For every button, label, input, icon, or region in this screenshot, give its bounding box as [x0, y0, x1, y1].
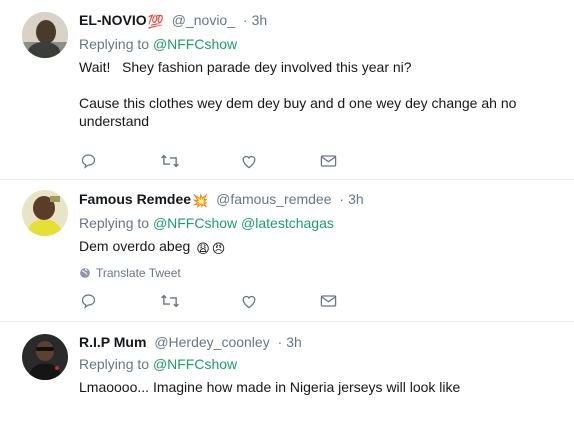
dm-button[interactable]: [320, 292, 400, 310]
display-name[interactable]: EL-NOVIO: [79, 12, 147, 28]
retweet-button[interactable]: [160, 152, 240, 170]
weary-face-emoji: 😩: [196, 241, 210, 256]
tweet-3[interactable]: R.I.P Mum @Herdey_coonley · 3h Replying t…: [0, 322, 574, 443]
avatar[interactable]: [22, 12, 68, 58]
tweet-text: Wait! Shey fashion parade dey involved t…: [79, 59, 517, 129]
reply-context: Replying to @NFFCshow: [79, 355, 566, 373]
separator-dot: ·: [277, 334, 283, 350]
reply-context: Replying to @NFFCshow @latestchagas: [79, 214, 566, 232]
reply-prefix: Replying to: [79, 36, 150, 52]
retweet-icon: [161, 294, 179, 308]
name-emoji: 💯: [147, 14, 164, 29]
avatar-image: [22, 12, 68, 58]
avatar-image: [22, 190, 68, 236]
like-button[interactable]: [240, 292, 320, 310]
reply-icon: [81, 154, 96, 169]
reply-button[interactable]: [80, 292, 160, 310]
tweet-text: Dem overdo abeg 😩 😠: [79, 237, 566, 258]
reply-mention[interactable]: @NFFCshow: [153, 36, 237, 52]
reply-mention[interactable]: @NFFCshow: [153, 356, 237, 372]
translate-tweet-link[interactable]: Translate Tweet: [79, 266, 566, 280]
globe-icon: [80, 268, 90, 278]
envelope-icon: [320, 155, 337, 167]
heart-icon: [242, 155, 256, 169]
heart-icon: [242, 295, 256, 309]
reply-mention[interactable]: @NFFCshow: [153, 215, 237, 231]
tweet-2[interactable]: Famous Remdee💥 @famous_remdee · 3h Replyi…: [0, 180, 574, 322]
retweet-button[interactable]: [160, 292, 240, 310]
timestamp[interactable]: 3h: [286, 334, 302, 350]
display-name[interactable]: R.I.P Mum: [79, 334, 146, 350]
user-handle[interactable]: @_novio_: [172, 12, 235, 28]
translate-label: Translate Tweet: [96, 266, 181, 280]
reply-prefix: Replying to: [79, 356, 150, 372]
timestamp[interactable]: 3h: [348, 191, 364, 207]
reply-context: Replying to @NFFCshow: [79, 35, 566, 53]
reply-prefix: Replying to: [79, 215, 150, 231]
tweet-actions: [80, 152, 400, 170]
tweet-actions: [80, 292, 400, 310]
angry-face-emoji: 😠: [211, 241, 226, 256]
timestamp[interactable]: 3h: [252, 12, 268, 28]
tweet-text-content: Dem overdo abeg: [79, 238, 191, 254]
name-emoji: 💥: [192, 193, 209, 208]
retweet-icon: [161, 154, 179, 168]
separator-dot: ·: [242, 12, 248, 28]
display-name[interactable]: Famous Remdee: [79, 191, 191, 207]
user-handle[interactable]: @famous_remdee: [216, 191, 331, 207]
tweet-1[interactable]: EL-NOVIO💯 @_novio_ · 3h Replying to @NFFC…: [0, 0, 574, 180]
avatar[interactable]: [22, 334, 68, 380]
user-handle[interactable]: @Herdey_coonley: [154, 334, 269, 350]
reply-button[interactable]: [80, 152, 160, 170]
reply-mention[interactable]: @latestchagas: [241, 215, 334, 231]
like-button[interactable]: [240, 152, 320, 170]
dm-button[interactable]: [320, 152, 400, 170]
reply-icon: [81, 294, 96, 309]
tweet-text: Lmaoooo... Imagine how made in Nigeria j…: [79, 379, 461, 395]
avatar-image: [22, 334, 68, 380]
separator-dot: ·: [339, 191, 345, 207]
envelope-icon: [320, 295, 337, 307]
avatar[interactable]: [22, 190, 68, 236]
